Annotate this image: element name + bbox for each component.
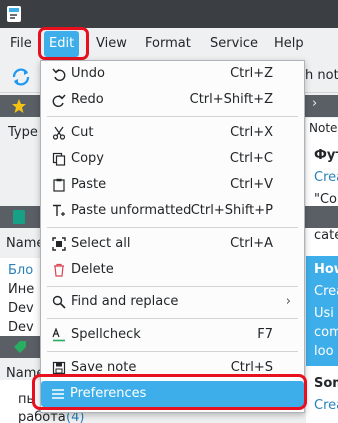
app-icon: [7, 6, 21, 22]
menu-item-label: Delete: [71, 262, 114, 277]
paste-unformatted-icon: [51, 203, 67, 219]
menu-item-copy[interactable]: Copy Ctrl+C: [42, 146, 303, 172]
note-text-2b: com: [314, 325, 338, 340]
note-title-1[interactable]: Фут: [314, 148, 338, 163]
spellcheck-icon: [51, 327, 67, 343]
menu-help[interactable]: Help: [274, 28, 304, 60]
notes-panel-header: ›: [304, 95, 338, 117]
menu-item-label: Paste: [71, 177, 107, 192]
select-all-icon: [51, 236, 67, 252]
menu-item-spellcheck[interactable]: Spellcheck F7: [42, 322, 303, 348]
note-create-3[interactable]: Crea: [314, 398, 338, 413]
note-text-1c: cate: [314, 228, 338, 243]
star-icon: [12, 99, 26, 113]
note-text-2a: Usi: [314, 306, 334, 321]
notebook-tree: Бло Ине Dev Dev: [0, 258, 40, 338]
menu-file[interactable]: File: [10, 28, 32, 60]
tree-item[interactable]: Ине: [8, 282, 34, 297]
menu-item-label: Find and replace: [71, 294, 179, 309]
menu-item-label: Paste unformatted: [71, 203, 192, 218]
title-bar: [0, 0, 338, 28]
chevron-right-icon: ›: [285, 294, 291, 309]
tree-item[interactable]: Бло: [8, 263, 33, 278]
menu-separator: [47, 227, 298, 228]
notebooks-panel-header: [0, 206, 40, 228]
preferences-highlight: [32, 374, 307, 410]
paste-icon: [51, 177, 67, 193]
edit-menu-highlight: [38, 27, 89, 60]
delete-icon: [51, 262, 67, 278]
edit-dropdown-menu: Undo Ctrl+Z Redo Ctrl+Shift+Z Cut Ctrl+X…: [40, 60, 305, 413]
menu-item-paste[interactable]: Paste Ctrl+V: [42, 172, 303, 198]
menu-item-paste-unformatted[interactable]: Paste unformatted Ctrl+Shift+P: [42, 198, 303, 224]
note-text-2c: loo: [314, 344, 334, 359]
menu-item-shortcut: Ctrl+C: [229, 151, 273, 166]
menu-item-find-replace[interactable]: Find and replace ›: [42, 289, 303, 315]
tags-panel-header: [0, 336, 40, 358]
menu-item-delete[interactable]: Delete: [42, 257, 303, 283]
menu-item-cut[interactable]: Cut Ctrl+X: [42, 120, 303, 146]
menu-format[interactable]: Format: [145, 28, 191, 60]
menu-item-label: Select all: [71, 236, 131, 251]
note-create-1[interactable]: Crea: [314, 170, 338, 185]
menu-item-shortcut: Ctrl+V: [230, 177, 273, 192]
menu-service[interactable]: Service: [210, 28, 258, 60]
tree-item[interactable]: Dev: [8, 301, 34, 316]
menu-item-label: Copy: [71, 151, 104, 166]
favorites-panel-header: [0, 95, 40, 117]
menu-item-shortcut: Ctrl+X: [230, 125, 273, 140]
copy-icon: [51, 151, 67, 167]
menu-item-label: Redo: [71, 92, 104, 107]
menu-item-label: Undo: [71, 66, 105, 81]
menu-item-label: Cut: [71, 125, 94, 140]
sync-icon[interactable]: [10, 66, 32, 88]
menu-item-select-all[interactable]: Select all Ctrl+A: [42, 231, 303, 257]
menu-item-label: Spellcheck: [71, 327, 141, 342]
menu-item-shortcut: Ctrl+Shift+P: [190, 203, 273, 218]
undo-icon: [51, 66, 67, 82]
notes-column-label: Note: [309, 121, 338, 135]
search-hint: h note: [305, 68, 338, 83]
note-create-2[interactable]: Crea: [314, 284, 338, 299]
search-icon: [51, 294, 67, 310]
menu-item-shortcut: F7: [257, 327, 273, 342]
menu-separator: [47, 286, 298, 287]
notes-panel-strip: [304, 206, 338, 228]
menu-item-shortcut: Ctrl+Z: [230, 66, 273, 81]
menu-separator: [47, 351, 298, 352]
note-title-3[interactable]: Som: [314, 376, 338, 391]
menu-item-shortcut: Ctrl+A: [230, 236, 273, 251]
note-title-2[interactable]: How: [314, 262, 338, 277]
menu-view[interactable]: View: [96, 28, 127, 60]
menu-item-shortcut: Ctrl+Shift+Z: [189, 92, 273, 107]
note-text-1a: "Co: [314, 192, 338, 207]
redo-icon: [51, 92, 67, 108]
tree-item[interactable]: Dev: [8, 320, 34, 335]
menu-separator: [47, 116, 298, 117]
type-column-label: Type: [8, 125, 38, 140]
notebook-icon: [13, 210, 25, 224]
menu-item-redo[interactable]: Redo Ctrl+Shift+Z: [42, 87, 303, 113]
name-column-label-1: Name: [6, 236, 45, 251]
cut-icon: [51, 125, 67, 141]
chevron-right-icon[interactable]: ›: [312, 96, 317, 111]
menu-item-undo[interactable]: Undo Ctrl+Z: [42, 61, 303, 87]
tag-icon: [14, 341, 26, 353]
menu-separator: [47, 318, 298, 319]
